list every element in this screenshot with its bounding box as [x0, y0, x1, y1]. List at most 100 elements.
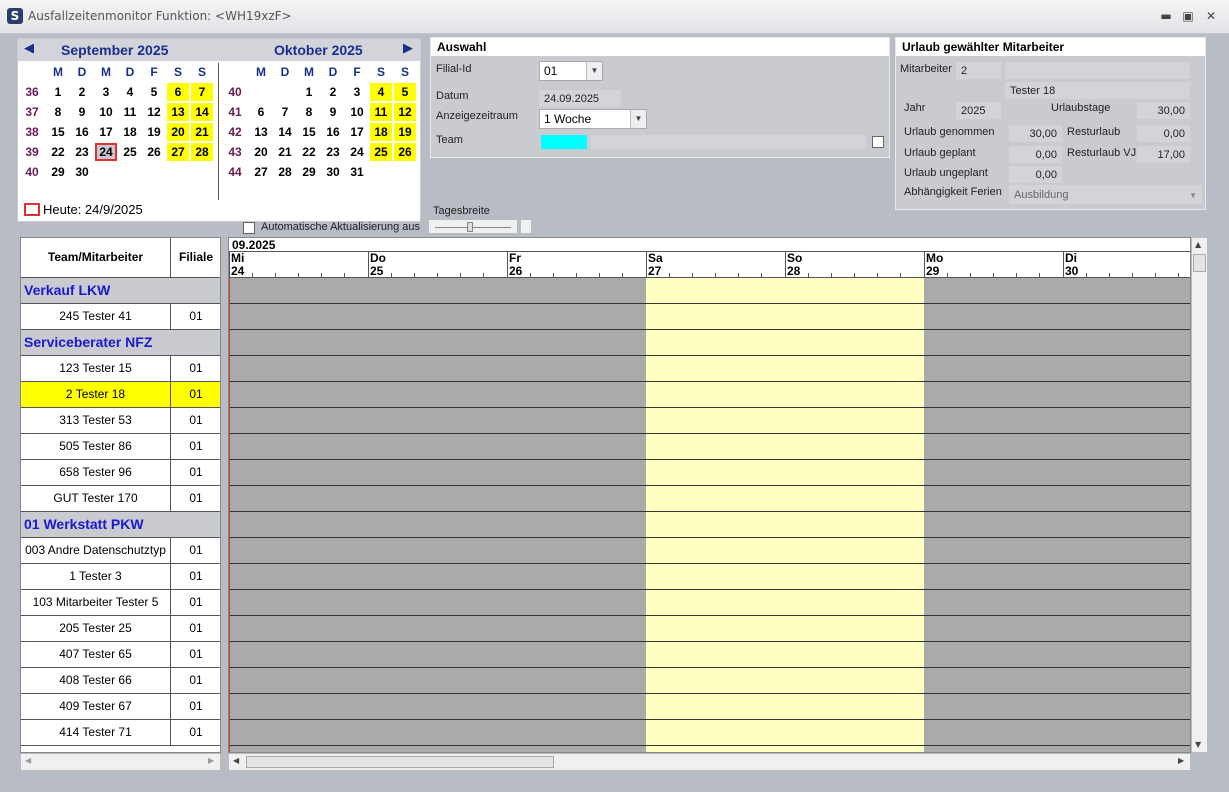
scroll-right-icon[interactable]: ▶	[208, 756, 214, 765]
h-scroll-thumb[interactable]	[246, 756, 554, 768]
jahr-field[interactable]: 2025	[956, 102, 1001, 119]
calendar-day[interactable]: 3	[95, 83, 117, 101]
calendar-day[interactable]: 2	[322, 83, 344, 101]
chevron-down-icon[interactable]: ▼	[630, 110, 646, 128]
timeline-row[interactable]	[229, 356, 1190, 382]
chart-h-scrollbar[interactable]: ◀ ▶	[228, 753, 1191, 771]
table-row[interactable]: 003 Andre Datenschutztyp 01	[21, 538, 220, 564]
table-row[interactable]: 245 Tester 41 01	[21, 304, 220, 330]
calendar-day[interactable]: 16	[322, 123, 344, 141]
calendar-day[interactable]: 10	[346, 103, 368, 121]
col-team-header[interactable]: Team/Mitarbeiter	[21, 238, 171, 277]
list-group-header[interactable]: Verkauf LKW	[21, 278, 220, 304]
tagesbreite-slider[interactable]	[428, 219, 518, 234]
timeline-row[interactable]	[229, 694, 1190, 720]
table-row[interactable]: 103 Mitarbeiter Tester 5 01	[21, 590, 220, 616]
table-row[interactable]: 1 Tester 3 01	[21, 564, 220, 590]
calendar-day[interactable]: 4	[119, 83, 141, 101]
scroll-left-icon[interactable]: ◀	[25, 756, 31, 765]
rest-vj-field[interactable]: 17,00	[1137, 146, 1190, 163]
calendar-day[interactable]: 28	[274, 163, 296, 181]
calendar-day[interactable]: 25	[370, 143, 392, 161]
calendar-day[interactable]: 1	[47, 83, 69, 101]
geplant-field[interactable]: 0,00	[1009, 146, 1062, 163]
table-row[interactable]: GUT Tester 170 01	[21, 486, 220, 512]
timeline-row[interactable]	[229, 434, 1190, 460]
timeline-row[interactable]	[229, 616, 1190, 642]
chevron-down-icon[interactable]: ▼	[1189, 186, 1197, 205]
calendar-day[interactable]: 27	[250, 163, 272, 181]
timeline-row[interactable]	[229, 278, 1190, 304]
mitarbeiter-name-field[interactable]: Tester 18	[1005, 82, 1190, 99]
list-group-header[interactable]: 01 Werkstatt PKW	[21, 512, 220, 538]
calendar-day[interactable]: 8	[47, 103, 69, 121]
calendar-day[interactable]: 19	[394, 123, 416, 141]
calendar-day[interactable]: 10	[95, 103, 117, 121]
calendar-day[interactable]: 6	[167, 83, 189, 101]
calendar-day[interactable]: 18	[370, 123, 392, 141]
timeline-row[interactable]	[229, 512, 1190, 538]
table-row[interactable]: 505 Tester 86 01	[21, 434, 220, 460]
calendar-day[interactable]: 27	[167, 143, 189, 161]
calendar-day[interactable]: 22	[298, 143, 320, 161]
close-icon[interactable]: ✕	[1201, 7, 1221, 25]
timeline-row[interactable]	[229, 668, 1190, 694]
team-color-swatch[interactable]	[541, 135, 587, 149]
calendar-day[interactable]: 21	[191, 123, 213, 141]
calendar-day[interactable]: 30	[322, 163, 344, 181]
prev-month-icon[interactable]: ◀	[24, 41, 34, 56]
calendar-day[interactable]: 11	[370, 103, 392, 121]
col-filiale-header[interactable]: Filiale	[171, 238, 220, 277]
calendar-day[interactable]: 17	[346, 123, 368, 141]
ferien-select[interactable]: Ausbildung ▼	[1009, 185, 1202, 204]
timeline-row[interactable]	[229, 590, 1190, 616]
genommen-field[interactable]: 30,00	[1009, 125, 1062, 142]
table-row[interactable]: 409 Tester 67 01	[21, 694, 220, 720]
calendar-day[interactable]: 16	[71, 123, 93, 141]
timeline-row[interactable]	[229, 330, 1190, 356]
calendar-day[interactable]: 24	[346, 143, 368, 161]
calendar-day[interactable]: 13	[167, 103, 189, 121]
list-group-header[interactable]: Serviceberater NFZ	[21, 330, 220, 356]
calendar-day[interactable]: 23	[71, 143, 93, 161]
calendar-day[interactable]: 31	[346, 163, 368, 181]
team-field[interactable]	[591, 135, 866, 149]
calendar-day[interactable]: 11	[119, 103, 141, 121]
timeline-row[interactable]	[229, 304, 1190, 330]
calendar-day[interactable]: 17	[95, 123, 117, 141]
timeline-row[interactable]	[229, 382, 1190, 408]
list-h-scrollbar[interactable]: ◀ ▶	[20, 753, 221, 771]
ungeplant-field[interactable]: 0,00	[1009, 166, 1062, 183]
calendar-day[interactable]: 13	[250, 123, 272, 141]
calendar-day[interactable]: 18	[119, 123, 141, 141]
calendar-day[interactable]: 14	[191, 103, 213, 121]
calendar-day[interactable]: 5	[143, 83, 165, 101]
next-month-icon[interactable]: ▶	[403, 41, 413, 56]
calendar-day[interactable]: 7	[191, 83, 213, 101]
calendar-day[interactable]: 4	[370, 83, 392, 101]
scroll-up-icon[interactable]: ▲	[1195, 240, 1201, 249]
calendar-day[interactable]: 21	[274, 143, 296, 161]
calendar-day[interactable]: 12	[143, 103, 165, 121]
calendar-day[interactable]: 9	[322, 103, 344, 121]
table-row[interactable]: 658 Tester 96 01	[21, 460, 220, 486]
calendar-day[interactable]: 22	[47, 143, 69, 161]
chart-v-scrollbar[interactable]: ▲ ▼	[1191, 237, 1208, 753]
calendar-day[interactable]: 9	[71, 103, 93, 121]
zeitraum-select[interactable]: 1 Woche ▼	[539, 109, 647, 129]
calendar-day[interactable]: 8	[298, 103, 320, 121]
calendar-day[interactable]: 23	[322, 143, 344, 161]
calendar-day[interactable]: 20	[167, 123, 189, 141]
team-checkbox[interactable]	[872, 136, 884, 148]
timeline-row[interactable]	[229, 564, 1190, 590]
table-row[interactable]: 407 Tester 65 01	[21, 642, 220, 668]
calendar-day[interactable]: 29	[47, 163, 69, 181]
timeline-row[interactable]	[229, 538, 1190, 564]
calendar-day[interactable]: 14	[274, 123, 296, 141]
slider-thumb[interactable]	[467, 222, 473, 232]
minimize-icon[interactable]: ▬	[1156, 7, 1176, 25]
calendar-day[interactable]: 15	[298, 123, 320, 141]
timeline-row[interactable]	[229, 408, 1190, 434]
v-scroll-thumb[interactable]	[1193, 254, 1206, 272]
mitarbeiter-id-field[interactable]: 2	[956, 62, 1001, 79]
